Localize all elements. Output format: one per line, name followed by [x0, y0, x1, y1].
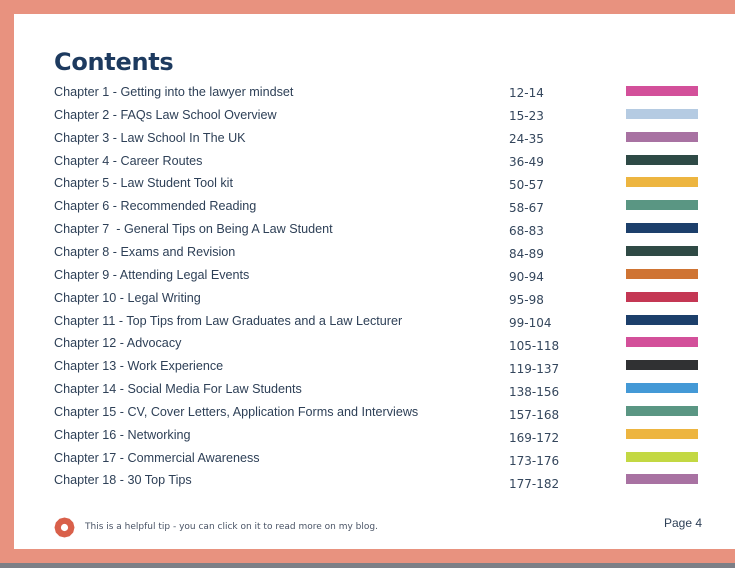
toc-entry[interactable]: Chapter 14 - Social Media For Law Studen… [14, 381, 735, 403]
chapter-title[interactable]: Chapter 6 - Recommended Reading [54, 198, 256, 214]
chapter-color-bar [626, 245, 698, 256]
chapter-color-bar [626, 86, 698, 96]
chapter-title[interactable]: Chapter 10 - Legal Writing [54, 290, 201, 306]
page-range: 90-94 [509, 269, 544, 284]
chapter-title[interactable]: Chapter 5 - Law Student Tool kit [54, 175, 233, 191]
toc-entry[interactable]: Chapter 12 - Advocacy 105-118 [14, 335, 735, 357]
chapter-title[interactable]: Chapter 11 - Top Tips from Law Graduates… [54, 313, 402, 329]
tip-badge-icon [54, 517, 75, 537]
chapter-color-bar [626, 177, 698, 188]
toc-entry[interactable]: Chapter 16 - Networking 169-172 [14, 427, 735, 449]
chapter-color-bar [626, 131, 698, 142]
chapter-title[interactable]: Chapter 7 - General Tips on Being A Law … [54, 221, 333, 237]
document-page: Contents Chapter 1 - Getting into the la… [14, 14, 735, 549]
page-number: Page 4 [664, 516, 703, 530]
chapter-title[interactable]: Chapter 4 - Career Routes [54, 153, 202, 169]
chapter-title[interactable]: Chapter 8 - Exams and Revision [54, 244, 235, 260]
chapter-title[interactable]: Chapter 17 - Commercial Awareness [54, 450, 260, 466]
chapter-title[interactable]: Chapter 14 - Social Media For Law Studen… [54, 381, 302, 397]
chapter-color-bar [626, 154, 698, 165]
page-range: 177-182 [509, 476, 560, 491]
chapter-color-bar [626, 428, 698, 439]
chapter-title[interactable]: Chapter 18 - 30 Top Tips [54, 472, 192, 488]
chapter-title[interactable]: Chapter 9 - Attending Legal Events [54, 267, 249, 283]
toc-entry[interactable]: Chapter 3 - Law School In The UK 24-35 [14, 130, 735, 152]
chapter-color-bar [626, 200, 698, 211]
chapter-color-bar [626, 337, 698, 348]
chapter-color-bar [626, 314, 698, 325]
toc-entry[interactable]: Chapter 8 - Exams and Revision 84-89 [14, 244, 735, 266]
page-range: 68-83 [509, 223, 544, 238]
toc-entry[interactable]: Chapter 2 - FAQs Law School Overview 15-2… [14, 107, 735, 129]
toc-entry[interactable]: Chapter 5 - Law Student Tool kit 50-57 [14, 175, 735, 197]
page-range: 12-14 [509, 86, 544, 100]
toc-entry[interactable]: Chapter 17 - Commercial Awareness 173-176 [14, 450, 735, 472]
page-frame: Contents Chapter 1 - Getting into the la… [0, 0, 735, 563]
chapter-title[interactable]: Chapter 1 - Getting into the lawyer mind… [54, 84, 293, 100]
page-range: 119-137 [509, 361, 560, 376]
toc-entry[interactable]: Chapter 18 - 30 Top Tips 177-182 [14, 472, 735, 494]
chapter-title[interactable]: Chapter 12 - Advocacy [54, 335, 181, 351]
table-of-contents: Chapter 1 - Getting into the lawyer mind… [14, 14, 735, 549]
toc-entry[interactable]: Chapter 13 - Work Experience 119-137 [14, 358, 735, 380]
page-range: 169-172 [509, 431, 560, 445]
toc-entry[interactable]: Chapter 1 - Getting into the lawyer mind… [14, 84, 735, 106]
page-range: 138-156 [509, 384, 560, 399]
page-range: 50-57 [509, 177, 544, 192]
page-range: 58-67 [509, 201, 544, 215]
tip-text: This is a helpful tip - you can click on… [85, 522, 378, 532]
page-range: 157-168 [509, 407, 560, 422]
page-range: 36-49 [509, 154, 544, 169]
chapter-color-bar [626, 108, 698, 119]
page-range: 105-118 [509, 338, 560, 353]
chapter-color-bar [626, 474, 698, 485]
page-range: 99-104 [509, 316, 552, 330]
toc-entry[interactable]: Chapter 10 - Legal Writing 95-98 [14, 290, 735, 312]
chapter-title[interactable]: Chapter 15 - CV, Cover Letters, Applicat… [54, 404, 418, 420]
chapter-color-bar [626, 223, 698, 234]
toc-entry[interactable]: Chapter 4 - Career Routes 36-49 [14, 153, 735, 175]
page-range: 15-23 [509, 108, 544, 123]
chapter-title[interactable]: Chapter 3 - Law School In The UK [54, 130, 246, 146]
toc-entry[interactable]: Chapter 15 - CV, Cover Letters, Applicat… [14, 404, 735, 426]
page-range: 173-176 [509, 453, 560, 468]
chapter-title[interactable]: Chapter 2 - FAQs Law School Overview [54, 107, 277, 123]
chapter-color-bar [626, 405, 698, 416]
toc-entry[interactable]: Chapter 6 - Recommended Reading 58-67 [14, 198, 735, 220]
page-range: 95-98 [509, 292, 544, 307]
chapter-color-bar [626, 451, 698, 462]
chapter-title[interactable]: Chapter 16 - Networking [54, 427, 191, 443]
helpful-tip-link[interactable]: This is a helpful tip - you can click on… [54, 517, 378, 537]
chapter-color-bar [626, 268, 698, 279]
chapter-title[interactable]: Chapter 13 - Work Experience [54, 358, 223, 374]
chapter-color-bar [626, 383, 698, 394]
page-range: 24-35 [509, 131, 544, 146]
page-range: 84-89 [509, 246, 544, 261]
toc-entry[interactable]: Chapter 7 - General Tips on Being A Law … [14, 221, 735, 243]
toc-entry[interactable]: Chapter 9 - Attending Legal Events 90-94 [14, 267, 735, 289]
toc-entry[interactable]: Chapter 11 - Top Tips from Law Graduates… [14, 313, 735, 335]
chapter-color-bar [626, 291, 698, 302]
chapter-color-bar [626, 360, 698, 371]
